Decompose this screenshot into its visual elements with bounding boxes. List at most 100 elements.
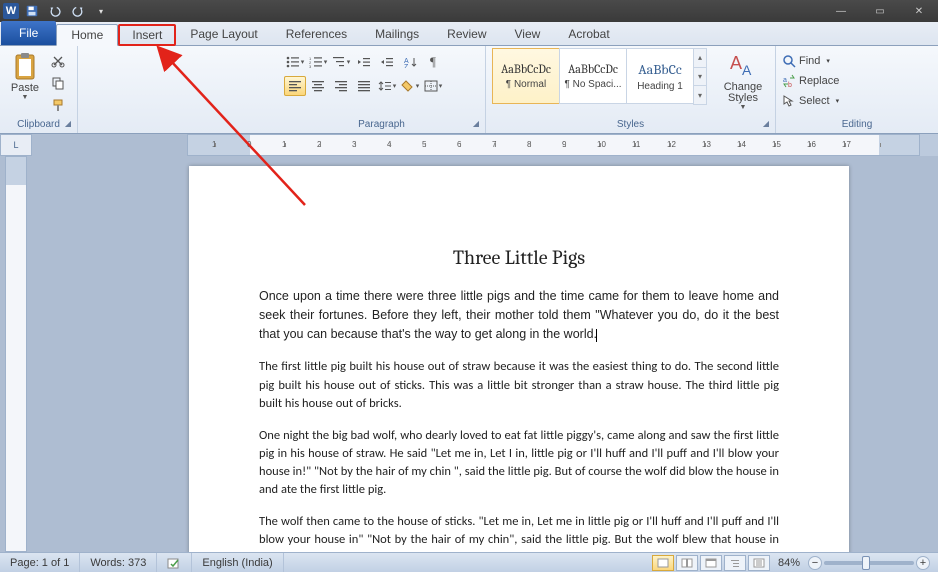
- find-icon: [782, 54, 796, 68]
- tab-file[interactable]: File: [1, 21, 56, 45]
- shading-button[interactable]: ▾: [399, 76, 421, 96]
- tab-acrobat[interactable]: Acrobat: [554, 23, 623, 45]
- zoom-in-button[interactable]: +: [916, 556, 930, 570]
- style-preview: AaBbCcDc: [568, 62, 618, 76]
- ruler-bar: L 101234567891011121314151617: [0, 134, 938, 156]
- document-title: Three Little Pigs: [259, 246, 779, 269]
- change-styles-button[interactable]: AA Change Styles ▼: [717, 48, 769, 113]
- ribbon: Paste ▼ Clipboard◢ ▾ 123▾ ▾ AZ ¶: [0, 46, 938, 134]
- svg-text:Z: Z: [404, 64, 409, 68]
- style-normal[interactable]: AaBbCcDc ¶ Normal: [492, 48, 560, 104]
- status-language[interactable]: English (India): [192, 553, 283, 572]
- paragraph-launcher-icon[interactable]: ◢: [473, 119, 479, 128]
- change-styles-icon: AA: [727, 50, 759, 82]
- sort-button[interactable]: AZ: [399, 52, 421, 72]
- view-draft-button[interactable]: [748, 555, 770, 571]
- bullets-button[interactable]: ▾: [284, 52, 306, 72]
- tab-review[interactable]: Review: [433, 23, 500, 45]
- clipboard-group-label: Clipboard◢: [6, 117, 71, 133]
- align-center-button[interactable]: [307, 76, 329, 96]
- qat-customize-dropdown[interactable]: ▾: [91, 2, 111, 20]
- clipboard-launcher-icon[interactable]: ◢: [65, 119, 71, 128]
- view-full-screen-button[interactable]: [676, 555, 698, 571]
- style-no-spacing[interactable]: AaBbCcDc ¶ No Spaci...: [559, 48, 627, 104]
- styles-scroll-down-button[interactable]: ▾: [693, 67, 707, 87]
- zoom-out-button[interactable]: −: [808, 556, 822, 570]
- numbering-button[interactable]: 123▾: [307, 52, 329, 72]
- status-proofing[interactable]: [157, 553, 192, 572]
- styles-group-label: Styles◢: [492, 117, 769, 133]
- align-left-button[interactable]: [284, 76, 306, 96]
- replace-label: Replace: [799, 75, 839, 87]
- paste-label: Paste: [11, 82, 39, 94]
- style-name: ¶ No Spaci...: [564, 79, 621, 90]
- styles-scroll-up-button[interactable]: ▴: [693, 48, 707, 68]
- window-close-button[interactable]: ✕: [900, 2, 938, 20]
- zoom-level[interactable]: 84%: [778, 557, 800, 569]
- style-heading-1[interactable]: AaBbCc Heading 1: [626, 48, 694, 104]
- document-paragraph: The wolf then came to the house of stick…: [259, 513, 779, 552]
- tab-view[interactable]: View: [501, 23, 555, 45]
- select-button[interactable]: Select▾: [782, 92, 839, 110]
- status-word-count[interactable]: Words: 373: [80, 553, 157, 572]
- cut-button[interactable]: [48, 51, 68, 71]
- word-app-icon[interactable]: W: [3, 3, 19, 19]
- select-label: Select: [799, 95, 830, 107]
- style-preview: AaBbCcDc: [501, 62, 551, 76]
- tab-references[interactable]: References: [272, 23, 361, 45]
- paste-button[interactable]: Paste ▼: [6, 48, 44, 103]
- decrease-indent-button[interactable]: [353, 52, 375, 72]
- borders-button[interactable]: ▾: [422, 76, 444, 96]
- tab-page-layout[interactable]: Page Layout: [176, 23, 271, 45]
- format-painter-button[interactable]: [48, 95, 68, 115]
- increase-indent-button[interactable]: [376, 52, 398, 72]
- qat-save-button[interactable]: [22, 2, 42, 20]
- svg-text:A: A: [730, 53, 742, 73]
- replace-icon: ab: [782, 74, 796, 88]
- status-bar: Page: 1 of 1 Words: 373 English (India) …: [0, 552, 938, 572]
- status-page[interactable]: Page: 1 of 1: [0, 553, 80, 572]
- view-print-layout-button[interactable]: [652, 555, 674, 571]
- show-hide-button[interactable]: ¶: [422, 52, 444, 72]
- replace-button[interactable]: ab Replace: [782, 72, 839, 90]
- styles-launcher-icon[interactable]: ◢: [763, 119, 769, 128]
- style-name: ¶ Normal: [506, 79, 546, 90]
- justify-button[interactable]: [353, 76, 375, 96]
- tab-insert[interactable]: Insert: [118, 24, 176, 46]
- document-paragraph: Once upon a time there were three little…: [259, 287, 779, 344]
- window-minimize-button[interactable]: —: [822, 2, 860, 20]
- zoom-slider[interactable]: [824, 561, 914, 565]
- svg-text:a: a: [783, 77, 787, 84]
- ribbon-tab-row: File Home Insert Page Layout References …: [0, 22, 938, 46]
- qat-undo-button[interactable]: [45, 2, 65, 20]
- tab-mailings[interactable]: Mailings: [361, 23, 433, 45]
- vertical-ruler[interactable]: [5, 156, 27, 552]
- align-right-button[interactable]: [330, 76, 352, 96]
- paragraph-group-label: Paragraph◢: [284, 117, 479, 133]
- multilevel-list-button[interactable]: ▾: [330, 52, 352, 72]
- document-page[interactable]: Three Little Pigs Once upon a time there…: [189, 166, 849, 552]
- paste-dropdown-icon: ▼: [22, 94, 29, 101]
- tab-home[interactable]: Home: [56, 24, 118, 46]
- zoom-slider-thumb[interactable]: [862, 556, 870, 570]
- style-preview: AaBbCc: [638, 61, 682, 78]
- document-area: Three Little Pigs Once upon a time there…: [0, 156, 938, 552]
- window-restore-button[interactable]: ▭: [861, 2, 899, 20]
- svg-text:b: b: [788, 82, 792, 88]
- editing-group-label: Editing: [782, 117, 932, 133]
- horizontal-ruler[interactable]: 101234567891011121314151617: [187, 134, 920, 156]
- copy-button[interactable]: [48, 73, 68, 93]
- view-outline-button[interactable]: [724, 555, 746, 571]
- find-button[interactable]: Find▾: [782, 52, 830, 70]
- page-scroll-region[interactable]: Three Little Pigs Once upon a time there…: [27, 156, 938, 552]
- text-cursor: [596, 329, 597, 342]
- view-web-layout-button[interactable]: [700, 555, 722, 571]
- styles-expand-button[interactable]: ▾: [693, 85, 707, 105]
- svg-text:3: 3: [309, 64, 312, 68]
- tab-selector-button[interactable]: L: [0, 134, 32, 156]
- qat-redo-button[interactable]: [68, 2, 88, 20]
- line-spacing-button[interactable]: ▾: [376, 76, 398, 96]
- svg-text:A: A: [742, 62, 752, 78]
- select-icon: [782, 94, 796, 108]
- change-styles-dropdown-icon: ▼: [740, 104, 747, 111]
